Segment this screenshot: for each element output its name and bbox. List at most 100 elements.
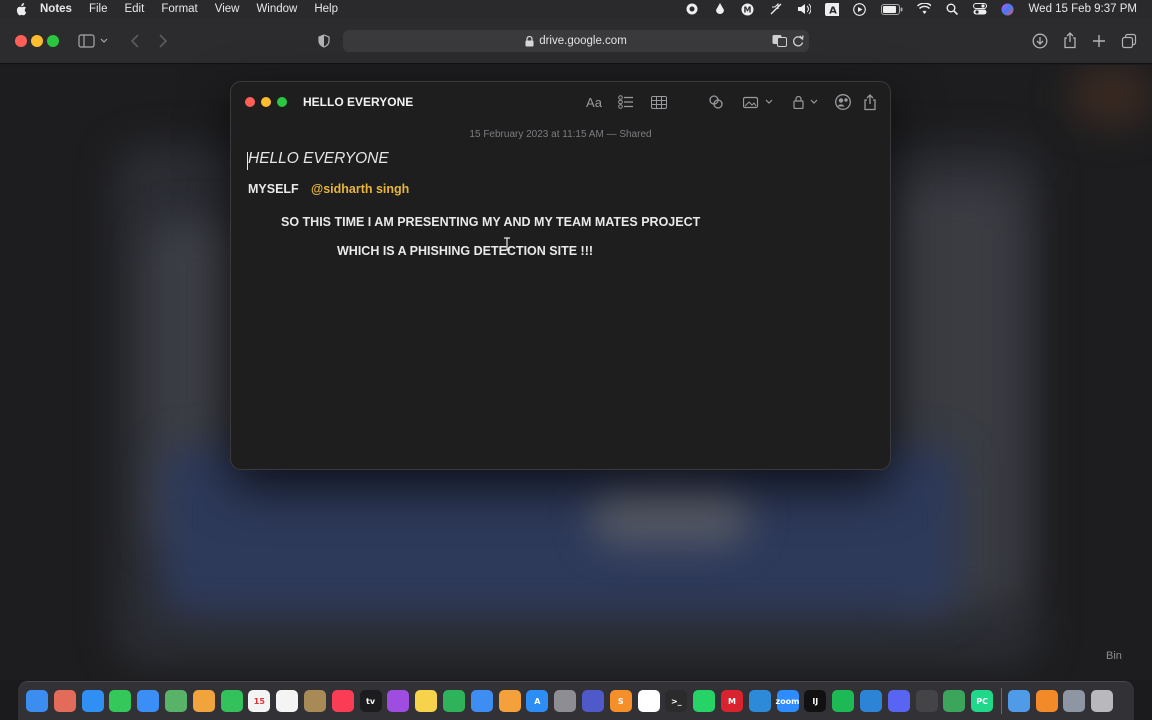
note-line-project[interactable]: SO THIS TIME I AM PRESENTING MY AND MY T… [281,215,700,229]
dock-app-tv-icon[interactable]: tv [359,690,382,712]
share-note-icon[interactable] [862,93,878,111]
dock-app-finder-icon[interactable] [26,690,48,712]
lock-note-icon[interactable] [793,93,821,111]
menu-help[interactable]: Help [314,3,338,15]
table-icon[interactable] [650,93,668,111]
dock-app-intellij-icon[interactable]: IJ [804,690,827,712]
play-icon[interactable] [853,2,867,16]
back-icon[interactable] [126,32,144,50]
dock-app-vs-code-icon[interactable] [748,690,771,712]
text-format-label: Aa [586,94,602,110]
menu-edit[interactable]: Edit [124,3,144,15]
control-center-icon[interactable] [972,2,987,16]
privacy-shield-icon[interactable] [315,32,333,50]
search-icon[interactable] [945,2,959,16]
screen-record-icon[interactable] [685,2,699,16]
notes-window-controls [245,97,291,107]
dock-app-numbers-icon[interactable] [442,690,465,712]
dock-app-photos-icon[interactable] [192,690,215,712]
dock-app-whatsapp-icon[interactable] [693,690,716,712]
dock-app-teams-icon[interactable] [581,690,604,712]
battery-icon[interactable] [880,2,903,16]
dock-app-books-icon[interactable] [1035,690,1058,712]
dock-app-notes-folder-icon[interactable] [303,690,326,712]
menu-window[interactable]: Window [256,3,297,15]
svg-text:A: A [829,5,837,16]
tab-overview-icon[interactable] [1120,32,1138,50]
apple-icon[interactable] [14,2,28,16]
reload-icon[interactable] [792,34,804,50]
myself-label[interactable]: MYSELF [248,182,299,196]
wifi-icon[interactable] [916,2,931,16]
dock-app-transmit-icon[interactable] [859,690,882,712]
note-heading[interactable]: HELLO EVERYONE [248,150,389,168]
url-text: drive.google.com [539,35,627,47]
address-bar[interactable]: drive.google.com [343,30,809,52]
note-line-phishing[interactable]: WHICH IS A PHISHING DETECTION SITE !!! [337,244,593,258]
dock-app-facetime-icon[interactable] [220,690,243,712]
dock-app-notes-icon[interactable] [415,690,438,712]
dock-app-preview-icon[interactable] [1007,690,1030,712]
dock-app-reminders-icon[interactable] [276,690,299,712]
bin-label: Bin [1106,650,1122,662]
dock-app-music-icon[interactable] [331,690,354,712]
status-area: M A Wed 15 Feb 9:37 PM [685,0,1152,18]
browser-zoom-button[interactable] [47,35,59,47]
downloads-icon[interactable] [1031,32,1049,50]
notes-minimize-button[interactable] [261,97,271,107]
mute-icon[interactable] [769,2,783,16]
dock-app-terminal-icon[interactable]: >_ [665,690,688,712]
dock-app-podcasts-icon[interactable] [387,690,410,712]
mail-m-icon[interactable]: M [741,2,755,16]
dock-app-wiz-icon[interactable] [943,690,966,712]
dock-app-mail-icon[interactable] [137,690,160,712]
text-format-icon[interactable]: Aa [584,93,604,111]
dock-app-app-store-icon[interactable]: A [526,690,549,712]
notes-window: HELLO EVERYONE Aa 15 February 2023 at 11… [230,81,891,470]
dock-app-discord-icon[interactable] [887,690,910,712]
menu-file[interactable]: File [89,3,108,15]
drop-icon[interactable] [713,2,727,16]
menu-format[interactable]: Format [161,3,197,15]
menu-app-notes[interactable]: Notes [40,3,72,15]
dock-app-pycharm-icon[interactable]: PC [971,690,994,712]
forward-icon[interactable] [154,32,172,50]
volume-icon[interactable] [797,2,811,16]
dock-app-keynote-icon[interactable] [470,690,493,712]
collaborate-icon[interactable] [834,93,852,111]
dock-app-instruments-icon[interactable] [915,690,938,712]
link-icon[interactable] [707,93,725,111]
dock-app-safari-icon[interactable] [81,690,104,712]
dock-app-calendar-icon[interactable]: 15 [248,690,271,712]
notes-zoom-button[interactable] [277,97,287,107]
svg-text:M: M [744,5,752,14]
dock-app-messages-icon[interactable] [109,690,132,712]
menu-view[interactable]: View [215,3,240,15]
browser-toolbar: drive.google.com [0,18,1152,64]
dock-app-chrome-icon[interactable] [637,690,660,712]
dock-app-bin-icon[interactable] [1091,690,1114,712]
mention-link[interactable]: @sidharth singh [311,182,409,196]
browser-close-button[interactable] [15,35,27,47]
media-icon[interactable] [742,93,774,111]
dock-app-pages-icon[interactable] [498,690,521,712]
dock-app-mendeley-icon[interactable]: M [720,690,743,712]
dock-app-launchpad-icon[interactable] [53,690,76,712]
menubar-clock[interactable]: Wed 15 Feb 9:37 PM [1029,3,1137,15]
dock-app-zoom-icon[interactable]: zoom [776,690,800,712]
notes-close-button[interactable] [245,97,255,107]
new-tab-icon[interactable] [1090,32,1108,50]
dock-app-sublime-icon[interactable]: S [609,690,632,712]
dock-app-system-settings-icon[interactable] [554,690,577,712]
share-icon[interactable] [1061,31,1079,49]
dock-app-spotify-icon[interactable] [832,690,855,712]
translate-icon[interactable] [772,34,787,50]
note-timestamp: 15 February 2023 at 11:15 AM — Shared [469,129,652,140]
dock-app-screenshot-icon[interactable] [1063,690,1086,712]
siri-icon[interactable] [1001,2,1015,16]
dock-app-maps-icon[interactable] [164,690,187,712]
browser-minimize-button[interactable] [31,35,43,47]
checklist-icon[interactable] [617,93,635,111]
input-a-icon[interactable]: A [824,2,839,16]
sidebar-toggle-icon[interactable] [78,32,108,50]
